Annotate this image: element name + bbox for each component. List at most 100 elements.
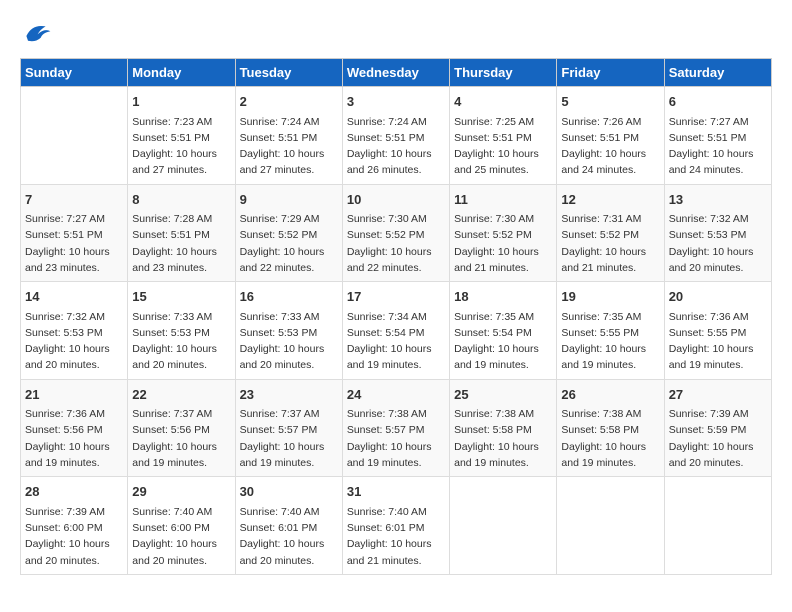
day-number: 3: [347, 92, 445, 112]
table-cell: [450, 477, 557, 575]
day-info: Sunrise: 7:27 AM Sunset: 5:51 PM Dayligh…: [25, 211, 123, 276]
table-cell: 16Sunrise: 7:33 AM Sunset: 5:53 PM Dayli…: [235, 282, 342, 380]
day-number: 13: [669, 190, 767, 210]
day-number: 23: [240, 385, 338, 405]
table-cell: 7Sunrise: 7:27 AM Sunset: 5:51 PM Daylig…: [21, 184, 128, 282]
table-cell: 25Sunrise: 7:38 AM Sunset: 5:58 PM Dayli…: [450, 379, 557, 477]
day-info: Sunrise: 7:23 AM Sunset: 5:51 PM Dayligh…: [132, 114, 230, 179]
day-info: Sunrise: 7:25 AM Sunset: 5:51 PM Dayligh…: [454, 114, 552, 179]
table-cell: 12Sunrise: 7:31 AM Sunset: 5:52 PM Dayli…: [557, 184, 664, 282]
day-number: 19: [561, 287, 659, 307]
day-number: 14: [25, 287, 123, 307]
day-info: Sunrise: 7:36 AM Sunset: 5:56 PM Dayligh…: [25, 406, 123, 471]
header-friday: Friday: [557, 59, 664, 87]
day-number: 31: [347, 482, 445, 502]
day-info: Sunrise: 7:28 AM Sunset: 5:51 PM Dayligh…: [132, 211, 230, 276]
calendar-body: 1Sunrise: 7:23 AM Sunset: 5:51 PM Daylig…: [21, 87, 772, 575]
table-cell: 26Sunrise: 7:38 AM Sunset: 5:58 PM Dayli…: [557, 379, 664, 477]
day-info: Sunrise: 7:37 AM Sunset: 5:57 PM Dayligh…: [240, 406, 338, 471]
week-row-5: 28Sunrise: 7:39 AM Sunset: 6:00 PM Dayli…: [21, 477, 772, 575]
week-row-4: 21Sunrise: 7:36 AM Sunset: 5:56 PM Dayli…: [21, 379, 772, 477]
week-row-2: 7Sunrise: 7:27 AM Sunset: 5:51 PM Daylig…: [21, 184, 772, 282]
page-header: [20, 20, 772, 48]
day-number: 8: [132, 190, 230, 210]
day-info: Sunrise: 7:31 AM Sunset: 5:52 PM Dayligh…: [561, 211, 659, 276]
day-number: 6: [669, 92, 767, 112]
table-cell: 27Sunrise: 7:39 AM Sunset: 5:59 PM Dayli…: [664, 379, 771, 477]
table-cell: 24Sunrise: 7:38 AM Sunset: 5:57 PM Dayli…: [342, 379, 449, 477]
day-number: 5: [561, 92, 659, 112]
table-cell: [557, 477, 664, 575]
day-info: Sunrise: 7:36 AM Sunset: 5:55 PM Dayligh…: [669, 309, 767, 374]
day-info: Sunrise: 7:39 AM Sunset: 6:00 PM Dayligh…: [25, 504, 123, 569]
header-row: SundayMondayTuesdayWednesdayThursdayFrid…: [21, 59, 772, 87]
day-number: 2: [240, 92, 338, 112]
table-cell: 2Sunrise: 7:24 AM Sunset: 5:51 PM Daylig…: [235, 87, 342, 185]
table-cell: 10Sunrise: 7:30 AM Sunset: 5:52 PM Dayli…: [342, 184, 449, 282]
table-cell: 15Sunrise: 7:33 AM Sunset: 5:53 PM Dayli…: [128, 282, 235, 380]
day-number: 4: [454, 92, 552, 112]
table-cell: 18Sunrise: 7:35 AM Sunset: 5:54 PM Dayli…: [450, 282, 557, 380]
day-number: 26: [561, 385, 659, 405]
day-number: 12: [561, 190, 659, 210]
day-info: Sunrise: 7:26 AM Sunset: 5:51 PM Dayligh…: [561, 114, 659, 179]
day-number: 24: [347, 385, 445, 405]
table-cell: 11Sunrise: 7:30 AM Sunset: 5:52 PM Dayli…: [450, 184, 557, 282]
table-cell: 9Sunrise: 7:29 AM Sunset: 5:52 PM Daylig…: [235, 184, 342, 282]
calendar-header: SundayMondayTuesdayWednesdayThursdayFrid…: [21, 59, 772, 87]
day-info: Sunrise: 7:32 AM Sunset: 5:53 PM Dayligh…: [669, 211, 767, 276]
day-info: Sunrise: 7:33 AM Sunset: 5:53 PM Dayligh…: [132, 309, 230, 374]
day-number: 17: [347, 287, 445, 307]
table-cell: 28Sunrise: 7:39 AM Sunset: 6:00 PM Dayli…: [21, 477, 128, 575]
table-cell: 22Sunrise: 7:37 AM Sunset: 5:56 PM Dayli…: [128, 379, 235, 477]
day-info: Sunrise: 7:27 AM Sunset: 5:51 PM Dayligh…: [669, 114, 767, 179]
day-number: 1: [132, 92, 230, 112]
table-cell: 17Sunrise: 7:34 AM Sunset: 5:54 PM Dayli…: [342, 282, 449, 380]
header-saturday: Saturday: [664, 59, 771, 87]
day-info: Sunrise: 7:30 AM Sunset: 5:52 PM Dayligh…: [347, 211, 445, 276]
day-info: Sunrise: 7:40 AM Sunset: 6:01 PM Dayligh…: [240, 504, 338, 569]
day-number: 16: [240, 287, 338, 307]
table-cell: 5Sunrise: 7:26 AM Sunset: 5:51 PM Daylig…: [557, 87, 664, 185]
header-thursday: Thursday: [450, 59, 557, 87]
week-row-1: 1Sunrise: 7:23 AM Sunset: 5:51 PM Daylig…: [21, 87, 772, 185]
day-info: Sunrise: 7:24 AM Sunset: 5:51 PM Dayligh…: [347, 114, 445, 179]
day-info: Sunrise: 7:38 AM Sunset: 5:57 PM Dayligh…: [347, 406, 445, 471]
day-number: 28: [25, 482, 123, 502]
table-cell: 1Sunrise: 7:23 AM Sunset: 5:51 PM Daylig…: [128, 87, 235, 185]
day-info: Sunrise: 7:38 AM Sunset: 5:58 PM Dayligh…: [561, 406, 659, 471]
day-number: 11: [454, 190, 552, 210]
day-info: Sunrise: 7:37 AM Sunset: 5:56 PM Dayligh…: [132, 406, 230, 471]
day-info: Sunrise: 7:29 AM Sunset: 5:52 PM Dayligh…: [240, 211, 338, 276]
logo-bird-icon: [20, 20, 52, 48]
day-number: 25: [454, 385, 552, 405]
day-number: 30: [240, 482, 338, 502]
table-cell: 29Sunrise: 7:40 AM Sunset: 6:00 PM Dayli…: [128, 477, 235, 575]
table-cell: 20Sunrise: 7:36 AM Sunset: 5:55 PM Dayli…: [664, 282, 771, 380]
day-number: 10: [347, 190, 445, 210]
week-row-3: 14Sunrise: 7:32 AM Sunset: 5:53 PM Dayli…: [21, 282, 772, 380]
day-info: Sunrise: 7:35 AM Sunset: 5:54 PM Dayligh…: [454, 309, 552, 374]
day-number: 27: [669, 385, 767, 405]
day-number: 22: [132, 385, 230, 405]
day-number: 15: [132, 287, 230, 307]
day-info: Sunrise: 7:40 AM Sunset: 6:00 PM Dayligh…: [132, 504, 230, 569]
table-cell: [664, 477, 771, 575]
table-cell: 8Sunrise: 7:28 AM Sunset: 5:51 PM Daylig…: [128, 184, 235, 282]
day-info: Sunrise: 7:33 AM Sunset: 5:53 PM Dayligh…: [240, 309, 338, 374]
header-wednesday: Wednesday: [342, 59, 449, 87]
day-number: 7: [25, 190, 123, 210]
day-info: Sunrise: 7:40 AM Sunset: 6:01 PM Dayligh…: [347, 504, 445, 569]
day-info: Sunrise: 7:35 AM Sunset: 5:55 PM Dayligh…: [561, 309, 659, 374]
day-info: Sunrise: 7:38 AM Sunset: 5:58 PM Dayligh…: [454, 406, 552, 471]
table-cell: 13Sunrise: 7:32 AM Sunset: 5:53 PM Dayli…: [664, 184, 771, 282]
day-number: 9: [240, 190, 338, 210]
day-number: 29: [132, 482, 230, 502]
table-cell: 6Sunrise: 7:27 AM Sunset: 5:51 PM Daylig…: [664, 87, 771, 185]
table-cell: 4Sunrise: 7:25 AM Sunset: 5:51 PM Daylig…: [450, 87, 557, 185]
logo: [20, 20, 56, 48]
table-cell: 23Sunrise: 7:37 AM Sunset: 5:57 PM Dayli…: [235, 379, 342, 477]
header-sunday: Sunday: [21, 59, 128, 87]
table-cell: 3Sunrise: 7:24 AM Sunset: 5:51 PM Daylig…: [342, 87, 449, 185]
day-info: Sunrise: 7:34 AM Sunset: 5:54 PM Dayligh…: [347, 309, 445, 374]
